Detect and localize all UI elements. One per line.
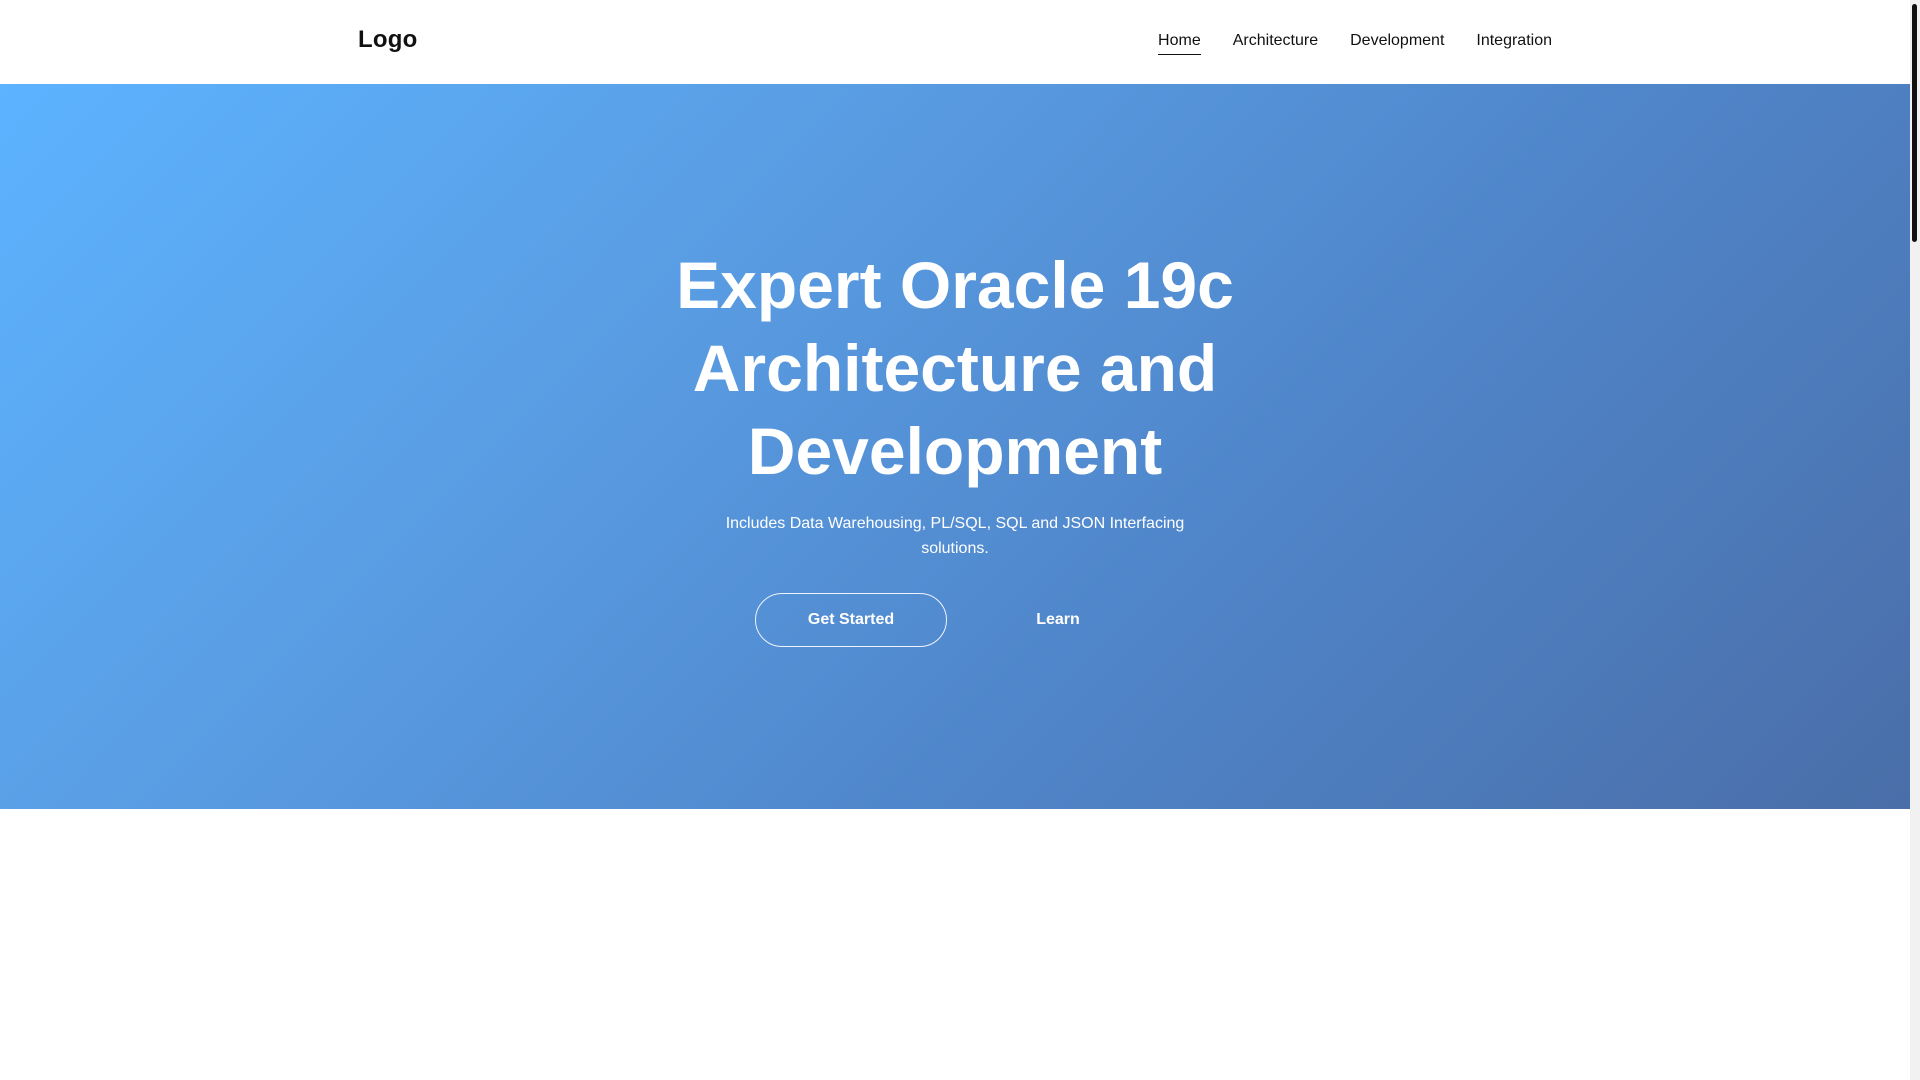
page: Logo Home Architecture Development Integ… xyxy=(0,0,1920,1080)
logo[interactable]: Logo xyxy=(358,24,417,56)
nav-link-architecture[interactable]: Architecture xyxy=(1233,30,1318,55)
learn-button[interactable]: Learn xyxy=(978,593,1138,647)
get-started-button[interactable]: Get Started xyxy=(755,593,947,647)
nav-link-home[interactable]: Home xyxy=(1158,30,1201,55)
hero-title: Expert Oracle 19c Architecture and Devel… xyxy=(676,248,1234,488)
nav-link-development[interactable]: Development xyxy=(1350,30,1444,55)
main-nav: Home Architecture Development Integratio… xyxy=(1158,30,1552,55)
scrollbar-thumb[interactable] xyxy=(1912,4,1917,242)
hero-section: Expert Oracle 19c Architecture and Devel… xyxy=(0,84,1910,809)
nav-link-integration[interactable]: Integration xyxy=(1476,30,1552,55)
hero-subtitle: Includes Data Warehousing, PL/SQL, SQL a… xyxy=(725,515,1185,557)
page-scrollbar[interactable] xyxy=(1910,0,1920,1080)
site-header: Logo Home Architecture Development Integ… xyxy=(0,0,1910,85)
